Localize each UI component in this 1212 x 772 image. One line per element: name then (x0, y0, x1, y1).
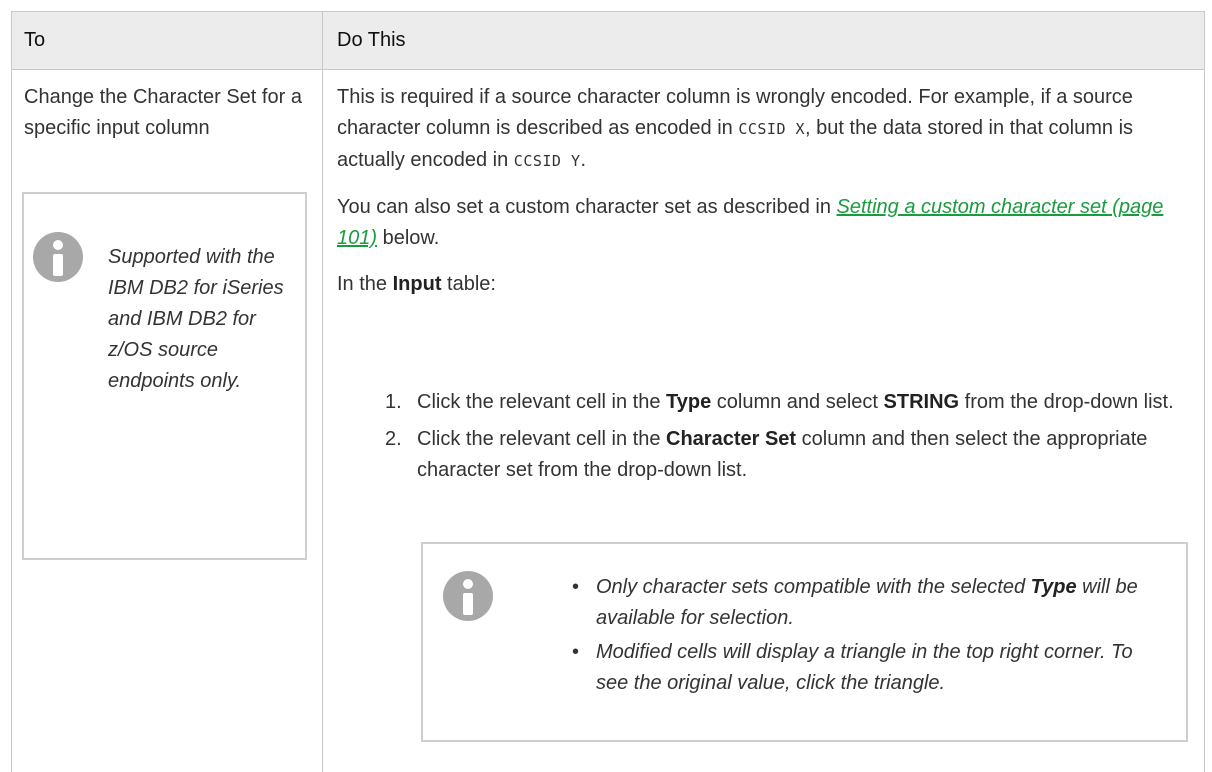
step2-text-a: Click the relevant cell in the (417, 428, 667, 450)
type-bold-italic: Type (1030, 576, 1077, 598)
bullet: • (572, 641, 580, 663)
table-header: To Do This (12, 12, 1204, 70)
para2-text-a: You can also set a custom character set … (337, 196, 837, 218)
paragraph-encoding: This is required if a source character c… (337, 82, 1197, 177)
note1-text-a: Only character sets compatible with the … (596, 576, 1031, 598)
note-box-left: Supported with the IBM DB2 for iSeries a… (22, 192, 307, 560)
para3-text-a: In the (337, 273, 393, 295)
paragraph-custom-set: You can also set a custom character set … (337, 192, 1197, 254)
header-do-this: Do This (337, 29, 406, 51)
list-item: • Only character sets compatible with the… (568, 572, 1168, 634)
note2-text: Modified cells will display a triangle i… (596, 641, 1133, 694)
step-number: 2. (385, 428, 402, 450)
step1-text-a: Click the relevant cell in the (417, 391, 667, 413)
steps-list: 1. Click the relevant cell in the Type c… (337, 387, 1197, 492)
step1-text-b: column and select (711, 391, 884, 413)
para2-text-b: below. (377, 227, 440, 249)
document-page: To Do This Change the Character Set for … (0, 0, 1212, 772)
paragraph-input-table: In the Input table: (337, 269, 1197, 300)
input-bold: Input (392, 273, 442, 295)
info-icon (33, 232, 83, 282)
string-bold: STRING (883, 391, 960, 413)
list-item: 2. Click the relevant cell in the Charac… (337, 424, 1197, 486)
info-icon (443, 571, 493, 621)
type-bold: Type (666, 391, 712, 413)
code-ccsid-y: CCSID Y (513, 152, 581, 170)
step1-text-c: from the drop-down list. (959, 391, 1174, 413)
to-cell-text: Change the Character Set for a specific … (24, 86, 302, 139)
para3-text-b: table: (441, 273, 496, 295)
bullet: • (572, 576, 580, 598)
header-to: To (24, 29, 46, 51)
column-divider (322, 12, 323, 772)
para1-text-c: . (580, 149, 587, 171)
note-text-left: Supported with the IBM DB2 for iSeries a… (108, 246, 284, 392)
code-ccsid-x: CCSID X (738, 120, 806, 138)
instruction-table: To Do This Change the Character Set for … (11, 11, 1205, 772)
note-box-right: • Only character sets compatible with the… (421, 542, 1188, 742)
list-item: • Modified cells will display a triangle … (568, 637, 1168, 699)
character-set-bold: Character Set (666, 428, 797, 450)
do-this-cell: This is required if a source character c… (337, 82, 1197, 315)
note-bullet-list: • Only character sets compatible with the… (568, 572, 1168, 702)
step-number: 1. (385, 391, 402, 413)
list-item: 1. Click the relevant cell in the Type c… (337, 387, 1197, 418)
